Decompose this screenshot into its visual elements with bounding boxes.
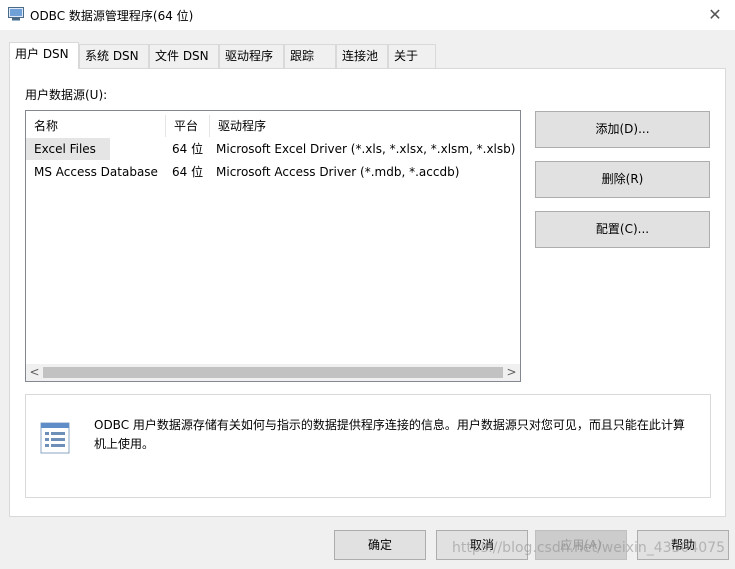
row-name: MS Access Database	[34, 165, 158, 179]
info-box: ODBC 用户数据源存储有关如何与指示的数据提供程序连接的信息。用户数据源只对您…	[25, 394, 711, 498]
title-bar: ODBC 数据源管理程序(64 位) ✕	[0, 0, 735, 30]
tab-user-dsn[interactable]: 用户 DSN	[9, 42, 79, 69]
tab-about[interactable]: 关于	[388, 44, 436, 68]
tab-connection-pooling[interactable]: 连接池	[336, 44, 388, 68]
row-name: Excel Files	[26, 138, 110, 160]
configure-button[interactable]: 配置(C)...	[535, 211, 710, 248]
ok-button[interactable]: 确定	[334, 530, 426, 560]
row-driver: Microsoft Access Driver (*.mdb, *.accdb)	[216, 165, 460, 179]
watermark: https://blog.csdn.net/weixin_43304075	[452, 540, 726, 556]
close-button[interactable]: ✕	[695, 0, 735, 30]
window-title: ODBC 数据源管理程序(64 位)	[30, 9, 194, 23]
datasource-list-icon	[40, 422, 70, 454]
row-platform: 64 位	[172, 165, 204, 179]
remove-button[interactable]: 删除(R)	[535, 161, 710, 198]
scroll-thumb[interactable]	[43, 367, 503, 378]
close-icon: ✕	[708, 5, 722, 24]
column-header-driver[interactable]: 驱动程序	[210, 115, 520, 137]
scroll-left-icon[interactable]: <	[26, 364, 43, 381]
tab-system-dsn[interactable]: 系统 DSN	[79, 44, 149, 68]
horizontal-scrollbar[interactable]: < >	[26, 364, 520, 381]
row-driver: Microsoft Excel Driver (*.xls, *.xlsx, *…	[216, 142, 516, 156]
datasource-list[interactable]: 名称 平台 驱动程序 Excel Files 64 位 Microsoft Ex…	[25, 110, 521, 382]
column-header-platform[interactable]: 平台	[166, 115, 210, 137]
scroll-right-icon[interactable]: >	[503, 364, 520, 381]
tab-file-dsn[interactable]: 文件 DSN	[149, 44, 219, 68]
tab-drivers[interactable]: 驱动程序	[219, 44, 284, 68]
tab-tracing[interactable]: 跟踪	[284, 44, 336, 68]
datasource-list-label: 用户数据源(U):	[25, 88, 108, 102]
row-platform: 64 位	[172, 142, 204, 156]
info-text: ODBC 用户数据源存储有关如何与指示的数据提供程序连接的信息。用户数据源只对您…	[94, 418, 685, 451]
add-button[interactable]: 添加(D)...	[535, 111, 710, 148]
odbc-app-icon	[8, 7, 24, 21]
column-header-name[interactable]: 名称	[26, 115, 166, 137]
